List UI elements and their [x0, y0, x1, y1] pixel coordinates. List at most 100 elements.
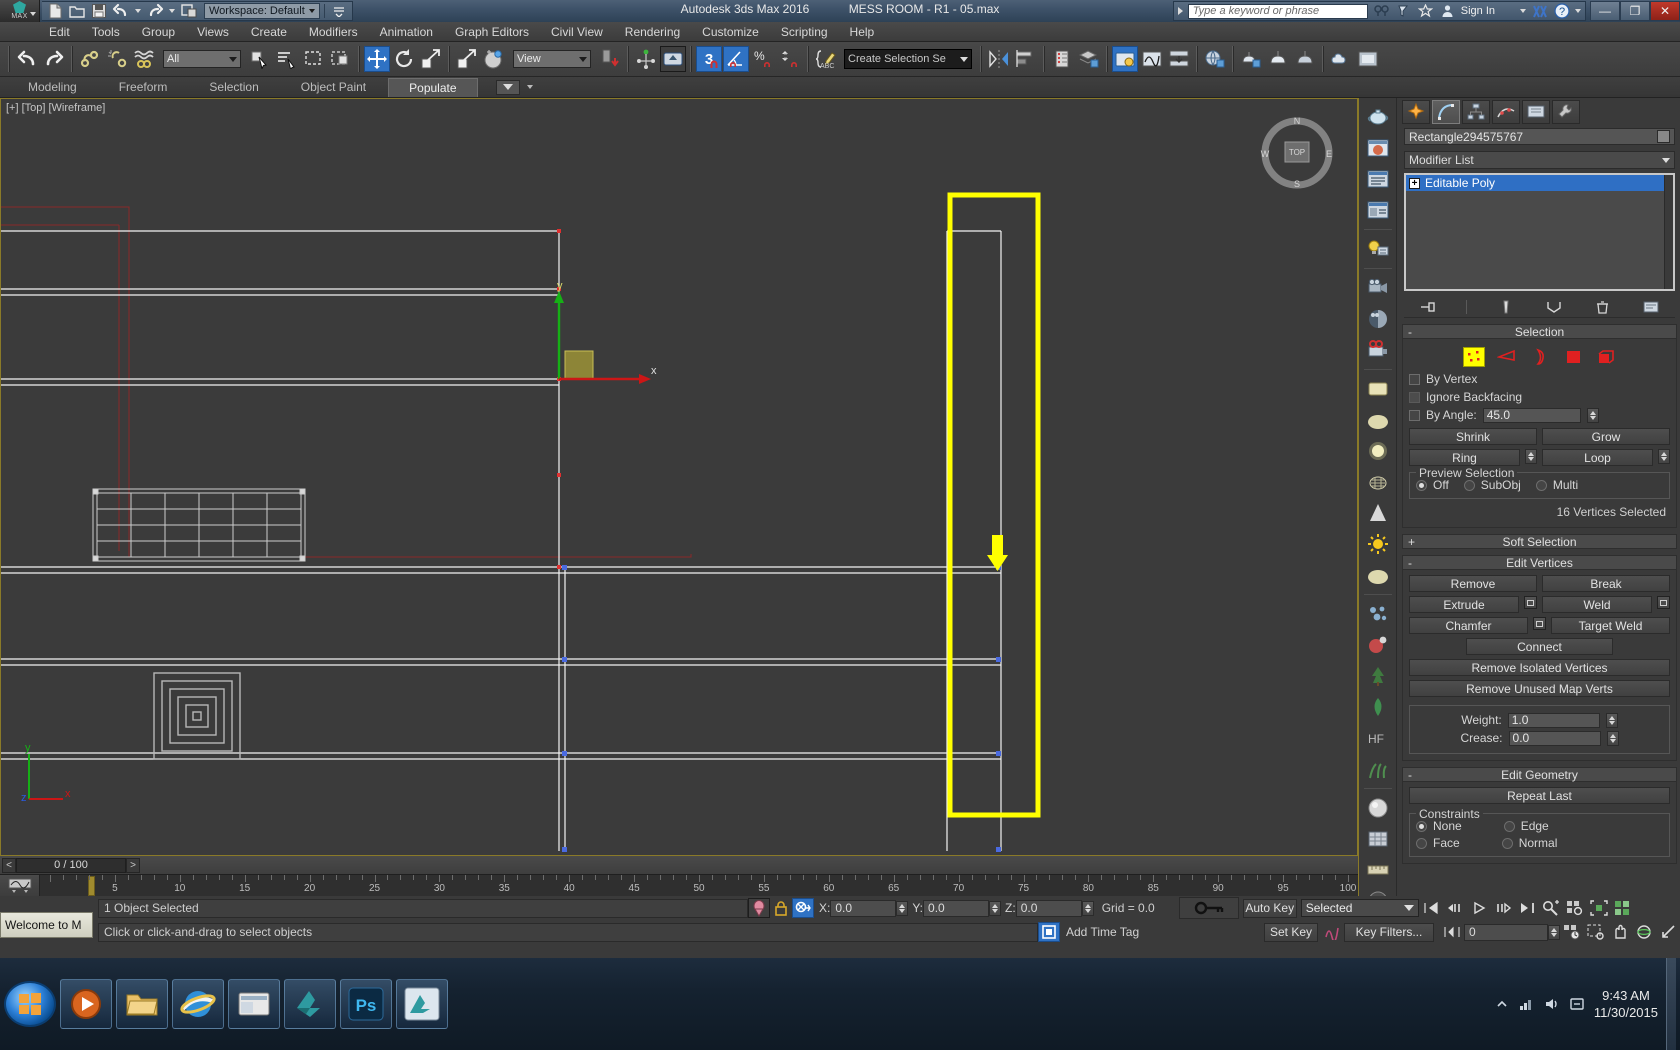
snaps-toggle-icon[interactable] [660, 46, 686, 72]
cone-primitive-icon[interactable] [1363, 499, 1393, 527]
modifier-stack[interactable]: + Editable Poly [1404, 173, 1675, 291]
render-setup-icon[interactable] [1238, 46, 1264, 72]
modifier-list-dropdown[interactable]: Modifier List [1404, 151, 1675, 169]
hemisphere-icon[interactable] [1363, 561, 1393, 589]
maximize-viewport-toggle-button[interactable] [1656, 922, 1680, 942]
extrude-button[interactable]: Extrude [1409, 596, 1519, 613]
zoom-extents-button[interactable] [1587, 898, 1611, 918]
help-dropdown-icon[interactable] [1575, 9, 1581, 13]
undo-dropdown-icon[interactable] [133, 2, 143, 20]
taskbar-3ds-max-switcher-icon[interactable] [284, 979, 336, 1029]
project-folder-icon[interactable] [1202, 46, 1228, 72]
teapot-icon[interactable] [1363, 103, 1393, 131]
minimize-button[interactable]: — [1590, 1, 1620, 21]
camera-target-icon[interactable] [1363, 274, 1393, 302]
chamfer-settings-button[interactable] [1533, 617, 1546, 630]
taskbar-file-manager-icon[interactable] [228, 979, 280, 1029]
loop-spinner[interactable] [1658, 449, 1670, 464]
select-and-scale-icon[interactable] [418, 46, 444, 72]
maxscript-listener-button[interactable]: Welcome to M [0, 912, 93, 938]
go-to-start-button[interactable] [1419, 898, 1443, 918]
pin-stack-icon[interactable] [1418, 298, 1438, 316]
crease-input[interactable]: 0.0 [1508, 730, 1601, 746]
grow-button[interactable]: Grow [1542, 428, 1670, 445]
by-angle-checkbox[interactable] [1409, 409, 1420, 421]
ribbon-tab-modeling[interactable]: Modeling [8, 78, 97, 97]
select-object-icon[interactable] [247, 46, 273, 72]
ribbon-tab-selection[interactable]: Selection [189, 78, 278, 97]
close-button[interactable]: ✕ [1650, 1, 1680, 21]
tab-display[interactable] [1522, 100, 1550, 124]
subscription-center-icon[interactable] [1395, 3, 1412, 19]
chamfer-button[interactable]: Chamfer [1409, 617, 1528, 634]
connect-button[interactable]: Connect [1465, 638, 1614, 655]
teapot-wire-icon[interactable] [1363, 468, 1393, 496]
menu-item-create[interactable]: Create [240, 22, 298, 42]
orbit-view-button[interactable] [1632, 922, 1656, 942]
modifier-stack-scrollbar[interactable] [1664, 175, 1673, 289]
menu-item-animation[interactable]: Animation [369, 22, 444, 42]
break-button[interactable]: Break [1542, 575, 1670, 592]
adaptive-degradation-icon[interactable] [1038, 922, 1060, 942]
expand-icon[interactable]: + [1408, 535, 1415, 549]
constraint-normal-radio[interactable] [1501, 837, 1513, 849]
exchange-app-icon[interactable] [1531, 3, 1548, 19]
menu-item-help[interactable]: Help [839, 22, 886, 42]
weight-spinner[interactable] [1605, 712, 1618, 728]
sub-object-edge-button[interactable] [1496, 347, 1518, 367]
select-and-move-icon[interactable] [364, 46, 390, 72]
add-time-tag-label[interactable]: Add Time Tag [1066, 925, 1139, 939]
zoom-extents-all-button[interactable] [1611, 898, 1635, 918]
menu-item-tools[interactable]: Tools [81, 22, 131, 42]
by-angle-spinner[interactable] [1586, 407, 1599, 423]
collapse-icon[interactable]: - [1408, 325, 1412, 339]
repeat-last-button[interactable]: Repeat Last [1409, 787, 1670, 804]
key-filters-curve-icon[interactable] [1322, 922, 1344, 942]
modifier-stack-item-editable-poly[interactable]: + Editable Poly [1406, 175, 1673, 191]
sub-object-border-button[interactable] [1529, 347, 1551, 367]
transform-type-in-icon[interactable] [792, 898, 814, 918]
sub-object-element-button[interactable] [1595, 347, 1617, 367]
bind-to-space-warp-icon[interactable] [131, 46, 157, 72]
signin-dropdown-icon[interactable] [1520, 9, 1526, 13]
grid-helper-icon[interactable] [1363, 825, 1393, 853]
app-menu-button[interactable]: MAX [0, 0, 40, 22]
collapse-icon[interactable]: - [1408, 768, 1412, 782]
sub-object-polygon-button[interactable] [1562, 347, 1584, 367]
target-weld-button[interactable]: Target Weld [1551, 617, 1670, 634]
ignore-backfacing-row[interactable]: Ignore Backfacing [1409, 388, 1670, 406]
y-coord-input[interactable]: 0.0 [923, 899, 990, 917]
remove-modifier-icon[interactable] [1592, 298, 1612, 316]
schematic-view-icon[interactable] [1166, 46, 1192, 72]
pan-view-button[interactable] [1608, 922, 1632, 942]
start-orb-button[interactable] [4, 981, 56, 1027]
redo-dropdown-icon[interactable] [167, 2, 177, 20]
sub-object-vertex-button[interactable] [1462, 347, 1485, 367]
help-icon[interactable]: ? [1553, 3, 1570, 19]
taskbar-photoshop-icon[interactable]: Ps [340, 979, 392, 1029]
collapse-icon[interactable]: - [1408, 556, 1412, 570]
light-settings-icon[interactable] [1363, 235, 1393, 263]
select-and-manipulate-icon[interactable] [633, 46, 659, 72]
ring-button[interactable]: Ring [1409, 449, 1520, 466]
material-editor-icon[interactable] [1112, 46, 1138, 72]
edit-named-selection-sets-icon[interactable]: ABC [813, 46, 839, 72]
sphere-primitive-icon[interactable] [1363, 406, 1393, 434]
x-coord-spinner[interactable] [896, 900, 909, 916]
edit-geometry-rollout-header[interactable]: - Edit Geometry [1402, 767, 1677, 782]
constraint-none-radio[interactable] [1416, 820, 1427, 832]
mirror-icon[interactable] [986, 46, 1012, 72]
open-mini-curve-editor-icon[interactable] [0, 874, 40, 897]
reference-coordinate-combo[interactable]: View [513, 50, 591, 68]
remove-button[interactable]: Remove [1409, 575, 1537, 592]
menu-item-customize[interactable]: Customize [691, 22, 770, 42]
auto-key-button[interactable]: Auto Key [1242, 898, 1297, 918]
ring-spinner[interactable] [1525, 449, 1537, 464]
layer-explorer-icon[interactable] [1049, 46, 1075, 72]
next-frame-nav-button[interactable] [1491, 898, 1515, 918]
crease-spinner[interactable] [1606, 730, 1619, 746]
render-in-cloud-icon[interactable] [1328, 46, 1354, 72]
weight-input[interactable]: 1.0 [1507, 712, 1600, 728]
named-selection-set-combo[interactable]: Create Selection Se [844, 49, 972, 69]
ribbon-tab-populate[interactable]: Populate [388, 77, 478, 97]
